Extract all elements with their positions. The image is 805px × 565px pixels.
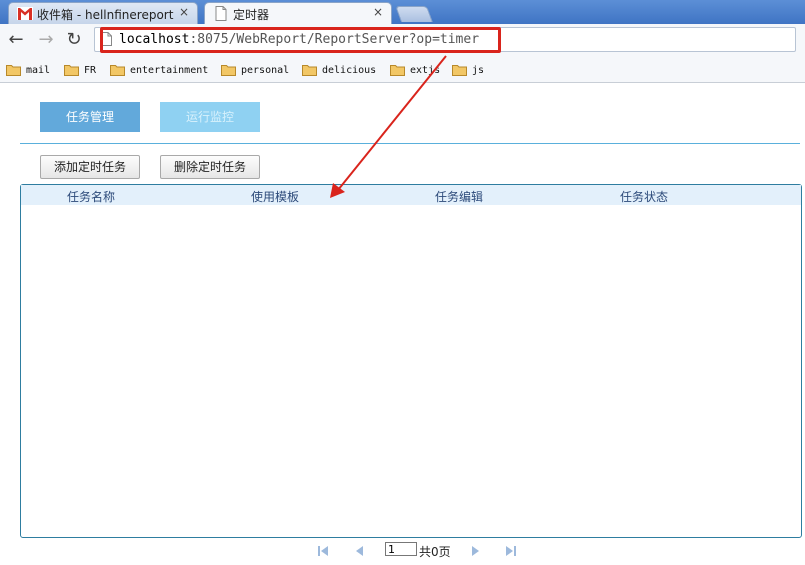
annotation-arrow <box>330 55 447 198</box>
